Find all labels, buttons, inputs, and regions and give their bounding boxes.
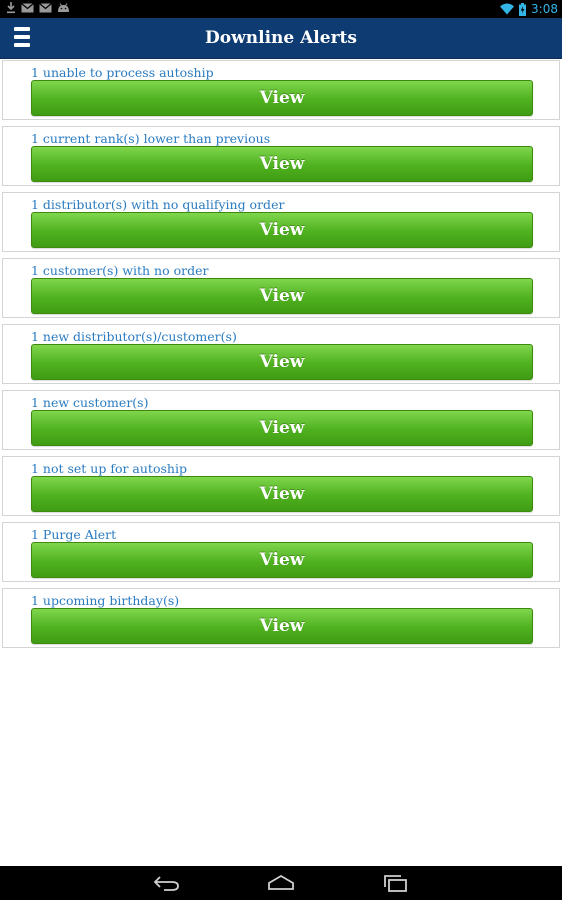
view-button[interactable]: View (31, 278, 533, 314)
alert-label: 1 unable to process autoship (31, 65, 214, 80)
alert-label: 1 customer(s) with no order (31, 263, 209, 278)
view-button[interactable]: View (31, 410, 533, 446)
alert-label: 1 upcoming birthday(s) (31, 593, 180, 608)
view-button[interactable]: View (31, 80, 533, 116)
alert-card: 1 upcoming birthday(s) View (2, 588, 560, 648)
navigation-bar (0, 866, 562, 900)
alert-card: 1 new distributor(s)/customer(s) View (2, 324, 560, 384)
view-button[interactable]: View (31, 344, 533, 380)
recent-apps-icon[interactable] (381, 874, 411, 892)
page-title: Downline Alerts (205, 28, 357, 48)
alert-card: 1 current rank(s) lower than previous Vi… (2, 126, 560, 186)
status-bar: 3:08 (0, 0, 562, 18)
battery-charging-icon (519, 2, 527, 16)
wifi-icon (500, 3, 515, 15)
gmail-icon (21, 3, 34, 13)
alert-label: 1 not set up for autoship (31, 461, 187, 476)
alert-label: 1 Purge Alert (31, 527, 117, 542)
alert-list: 1 unable to process autoship View 1 curr… (2, 60, 560, 654)
view-button[interactable]: View (31, 476, 533, 512)
status-time: 3:08 (531, 2, 558, 16)
view-button[interactable]: View (31, 212, 533, 248)
alert-label: 1 new customer(s) (31, 395, 149, 410)
view-button[interactable]: View (31, 608, 533, 644)
android-icon (58, 3, 69, 12)
notification-icons (6, 2, 70, 14)
alert-label: 1 current rank(s) lower than previous (31, 131, 271, 146)
alert-card: 1 customer(s) with no order View (2, 258, 560, 318)
gmail-icon (39, 3, 52, 13)
alert-card: 1 Purge Alert View (2, 522, 560, 582)
home-icon[interactable] (266, 874, 296, 892)
back-icon[interactable] (152, 874, 182, 892)
alert-card: 1 new customer(s) View (2, 390, 560, 450)
alert-card: 1 unable to process autoship View (2, 60, 560, 120)
view-button[interactable]: View (31, 146, 533, 182)
alert-label: 1 distributor(s) with no qualifying orde… (31, 197, 285, 212)
alert-label: 1 new distributor(s)/customer(s) (31, 329, 237, 344)
hamburger-menu-icon[interactable] (14, 27, 30, 49)
download-icon (7, 2, 15, 14)
view-button[interactable]: View (31, 542, 533, 578)
alert-card: 1 not set up for autoship View (2, 456, 560, 516)
alert-card: 1 distributor(s) with no qualifying orde… (2, 192, 560, 252)
system-icons: 3:08 (500, 1, 558, 17)
action-bar: Downline Alerts (0, 18, 562, 59)
